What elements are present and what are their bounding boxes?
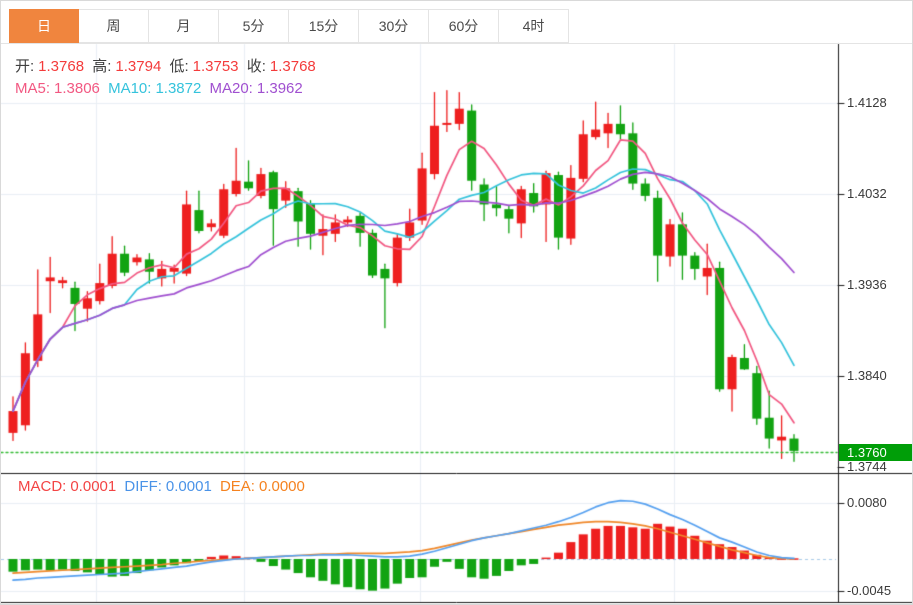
price-tick-1: 1.4128 (847, 95, 887, 110)
low-label: 低: (169, 58, 189, 75)
open-value: 1.3768 (38, 58, 85, 75)
macd-label: MACD: (18, 478, 67, 495)
close-value: 1.3768 (269, 58, 316, 75)
tab-4hour[interactable]: 4时 (499, 9, 569, 43)
high-value: 1.3794 (115, 58, 162, 75)
tabbar-divider (1, 43, 912, 44)
tab-day[interactable]: 日 (9, 9, 79, 43)
macd-readout: MACD: 0.0001 DIFF: 0.0001 DEA: 0.0000 (18, 478, 309, 495)
open-label: 开: (15, 58, 35, 75)
price-tick-2: 1.4032 (847, 186, 887, 201)
ma-readout: MA5: 1.3806 MA10: 1.3872 MA20: 1.3962 (15, 80, 307, 97)
macd-value: 0.0001 (70, 478, 117, 495)
macd-tick-2: -0.0045 (847, 583, 892, 598)
high-label: 高: (92, 58, 112, 75)
tab-5min[interactable]: 5分 (219, 9, 289, 43)
tab-30min[interactable]: 30分 (359, 9, 429, 43)
ma5-value: 1.3806 (54, 80, 100, 97)
ma20-value: 1.3962 (256, 80, 303, 97)
ma10-value: 1.3872 (155, 80, 202, 97)
price-tick-3: 1.3936 (847, 277, 887, 292)
ma10-label: MA10: (108, 80, 152, 97)
dea-label: DEA: (219, 478, 255, 495)
tab-week[interactable]: 周 (79, 9, 149, 43)
ma20-label: MA20: (209, 80, 253, 97)
ohlc-readout: 开: 1.3768 高: 1.3794 低: 1.3753 收: 1.3768 (15, 55, 320, 76)
ma5-label: MA5: (15, 80, 51, 97)
current-price-badge: 1.3760 (839, 444, 912, 461)
close-label: 收: (246, 58, 266, 75)
tab-60min[interactable]: 60分 (429, 9, 499, 43)
diff-label: DIFF: (124, 478, 162, 495)
period-tabbar: 日 周 月 5分 15分 30分 60分 4时 (9, 9, 569, 43)
kline-chart-widget: 日 周 月 5分 15分 30分 60分 4时 开: 1.3768 高: 1.379… (0, 0, 913, 605)
diff-value: 0.0001 (165, 478, 212, 495)
price-tick-5: 1.3744 (847, 459, 887, 474)
tab-month[interactable]: 月 (149, 9, 219, 43)
macd-tick-1: 0.0080 (847, 495, 887, 510)
low-value: 1.3753 (192, 58, 239, 75)
tab-15min[interactable]: 15分 (289, 9, 359, 43)
price-tick-4: 1.3840 (847, 368, 887, 383)
dea-value: 0.0000 (258, 478, 305, 495)
